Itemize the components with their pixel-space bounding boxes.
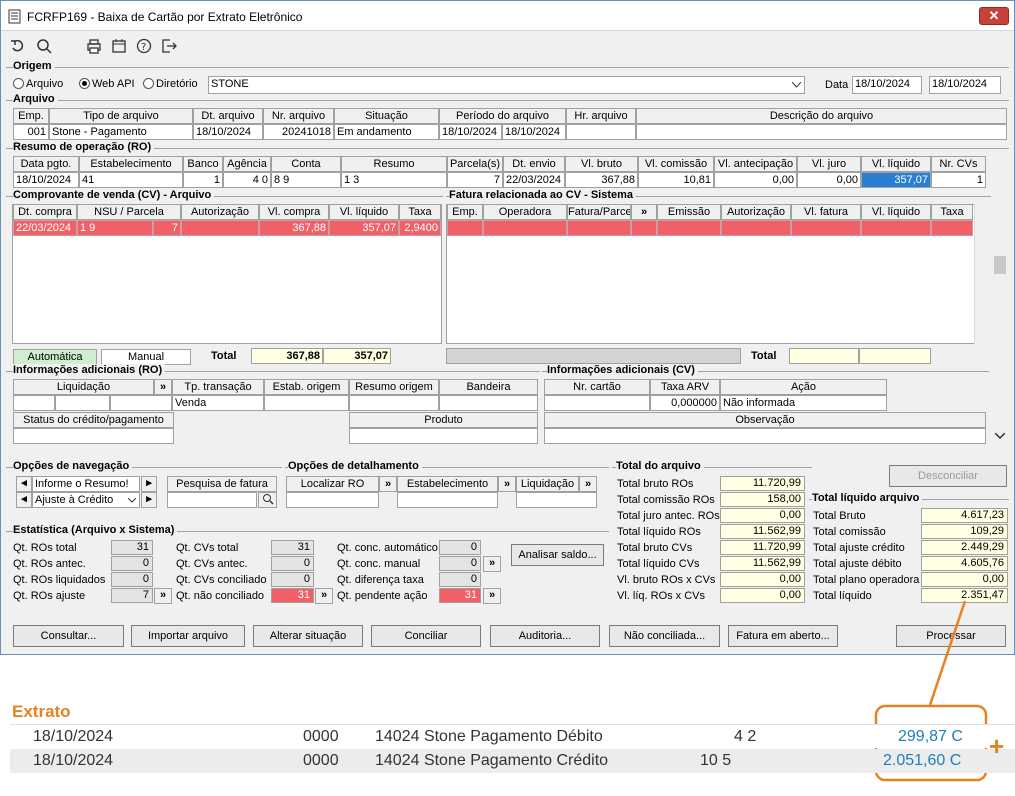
extrato-doc: 10 5 (700, 752, 732, 769)
annotation-arrow (874, 600, 988, 782)
extrato-date: 18/10/2024 (33, 752, 114, 769)
extrato-value: 299,87 C (898, 728, 963, 745)
plus-annotation: + (989, 731, 1005, 761)
extrato-date: 18/10/2024 (33, 728, 114, 745)
extrato-doc: 4 2 (734, 728, 757, 745)
extrato-desc: 14024 Stone Pagamento Débito (375, 728, 603, 745)
extrato-desc: 14024 Stone Pagamento Crédito (375, 752, 609, 769)
extrato-value: 2.051,60 C (883, 752, 962, 769)
extrato-row-1[interactable]: 18/10/2024 0000 14024 Stone Pagamento Dé… (10, 724, 1015, 748)
extrato-row-2[interactable]: 18/10/2024 0000 14024 Stone Pagamento Cr… (10, 749, 1015, 773)
extrato-title: Extrato (12, 702, 71, 721)
extrato-code: 0000 (303, 728, 339, 745)
extrato-code: 0000 (303, 752, 339, 769)
